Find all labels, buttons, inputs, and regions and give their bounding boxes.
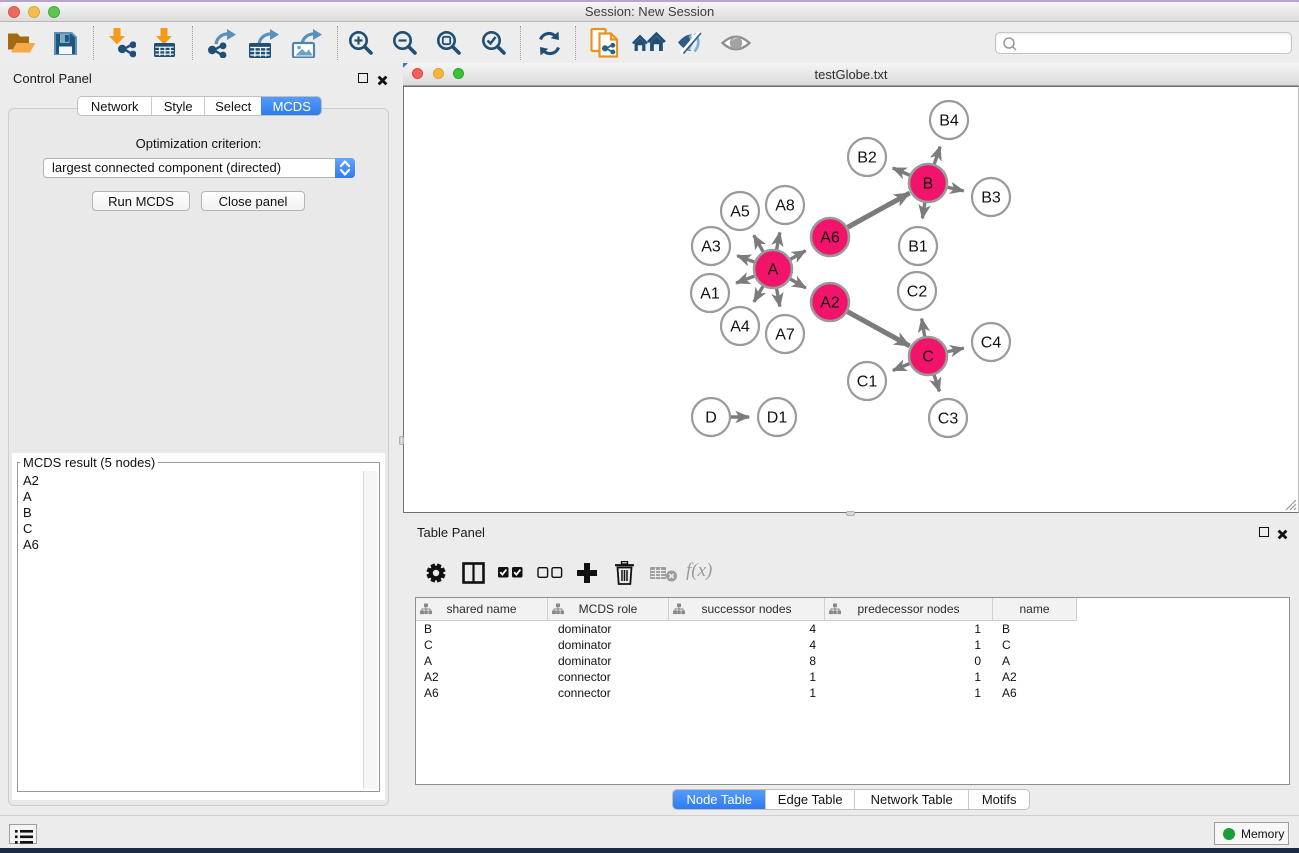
svg-text:C4: C4 [981,335,1002,352]
svg-text:A8: A8 [775,198,795,215]
svg-text:B1: B1 [908,239,928,256]
svg-text:A2: A2 [820,295,840,312]
svg-text:C3: C3 [938,411,959,428]
svg-text:A: A [768,262,779,279]
svg-text:A7: A7 [775,327,795,344]
svg-text:A5: A5 [730,204,750,221]
svg-text:B: B [923,176,934,193]
svg-text:C2: C2 [907,284,928,301]
svg-text:A3: A3 [701,239,721,256]
svg-text:A6: A6 [820,230,840,247]
svg-text:C1: C1 [857,374,878,391]
svg-text:C: C [922,349,934,366]
svg-text:B2: B2 [857,150,877,167]
svg-text:A4: A4 [730,319,750,336]
svg-text:D1: D1 [767,410,788,427]
svg-text:B3: B3 [981,190,1001,207]
svg-text:A1: A1 [700,286,720,303]
svg-text:B4: B4 [939,113,959,130]
svg-text:D: D [705,410,717,427]
